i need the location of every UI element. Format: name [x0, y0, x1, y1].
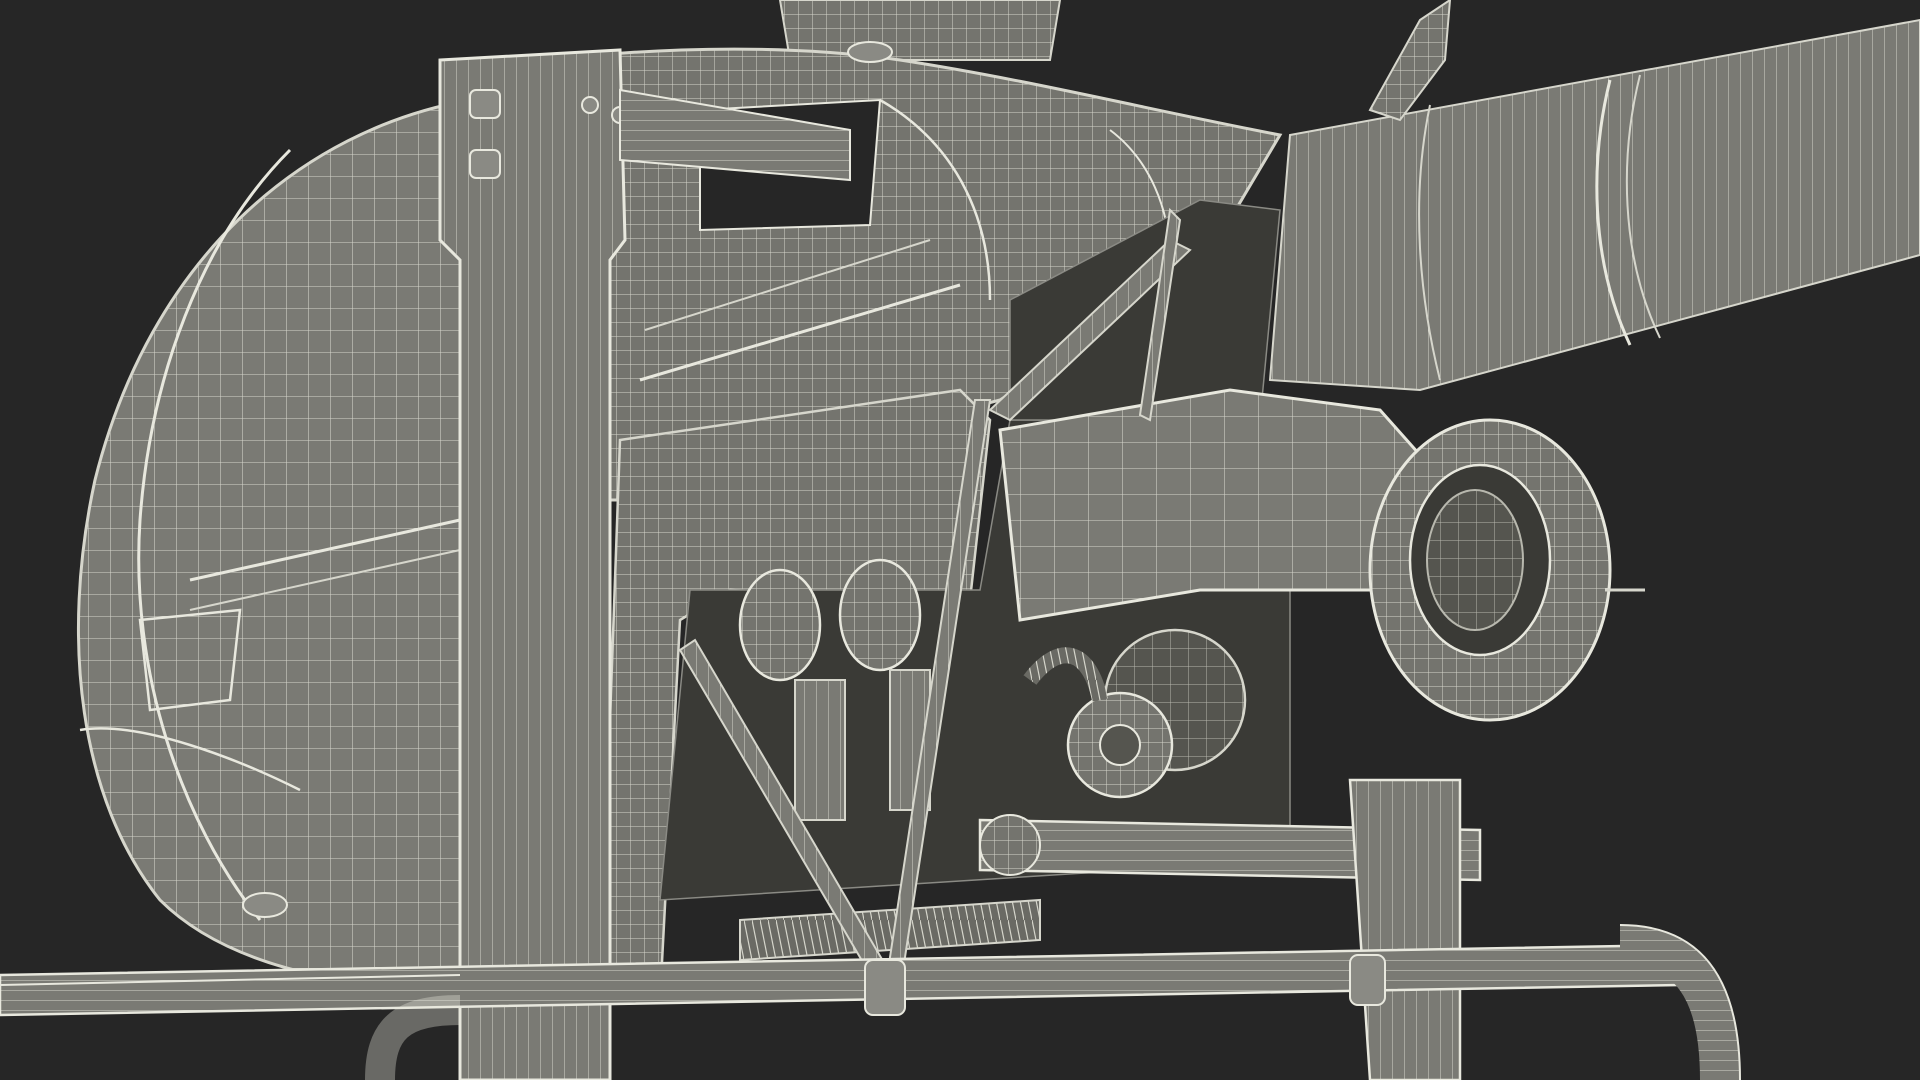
fuselage-cabin	[76, 98, 472, 992]
render-viewport	[0, 0, 1920, 1080]
rear-skid-strut	[1348, 778, 1462, 1080]
tail-boom	[1268, 18, 1920, 392]
cooling-fan-shroud	[1368, 418, 1645, 722]
helicopter-wireframe-render	[0, 0, 1920, 1080]
